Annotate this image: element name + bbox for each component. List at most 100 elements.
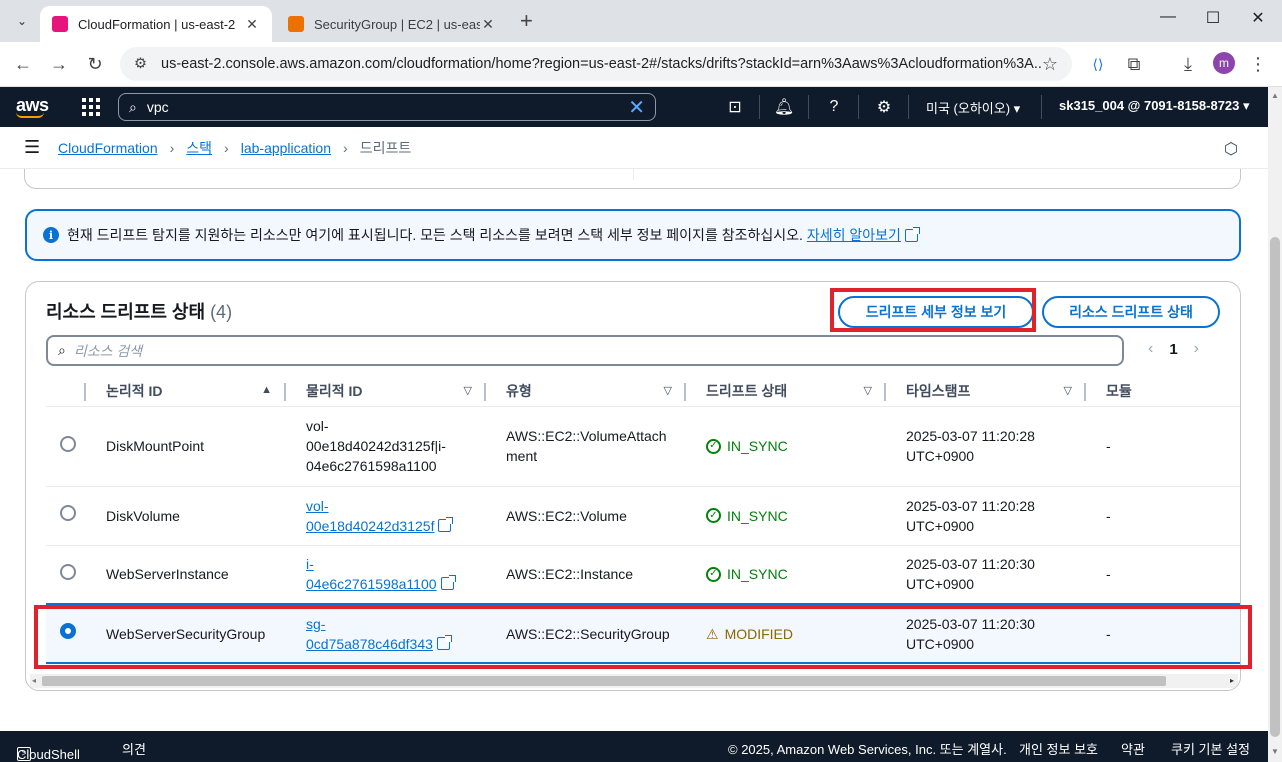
breadcrumb-cloudformation[interactable]: CloudFormation [58,140,158,156]
row-radio[interactable] [60,435,76,452]
new-tab-icon[interactable]: + [520,8,533,34]
privacy-link[interactable]: 개인 정보 보호 [1019,739,1098,758]
module: - [1086,485,1240,545]
menu-hamburger-icon[interactable]: ☰ [24,137,40,158]
col-physical-id[interactable]: 물리적 ID ▽ [286,376,486,406]
sort-icon: ▽ [463,385,472,397]
terms-link[interactable]: 약관 [1121,739,1145,758]
close-tab-icon[interactable]: ✕ [480,16,496,33]
settings-gear-icon[interactable]: ⚙ [872,95,896,119]
external-link-icon [904,226,920,242]
chevron-right-icon: › [169,139,175,156]
logical-id: DiskVolume [86,485,286,545]
bookmark-star-icon[interactable]: ☆ [1042,54,1058,75]
back-icon[interactable]: ← [11,52,35,76]
page-number[interactable]: 1 [1169,341,1177,358]
row-radio[interactable] [60,563,76,580]
table-row[interactable]: DiskMountPoint vol- 00e18d40242d3125f|i- 04… [46,405,1240,486]
breadcrumb-lab-application[interactable]: lab-application [241,140,331,156]
pagination: ‹ 1 › [1148,340,1199,358]
col-timestamp[interactable]: 타임스탬프 ▽ [886,376,1086,406]
next-page-icon[interactable]: › [1194,340,1199,358]
prev-page-icon[interactable]: ‹ [1148,340,1153,358]
aws-logo[interactable]: aws [16,95,49,118]
info-text: 현재 드리프트 탐지를 지원하는 리소스만 여기에 표시됩니다. 모든 스택 리… [67,227,803,243]
forward-icon[interactable]: → [47,52,71,76]
chevron-right-icon: › [343,139,348,156]
drift-status: ✓ IN_SYNC [706,436,886,456]
copyright-text: © 2025, Amazon Web Services, Inc. 또는 계열사… [728,742,1007,757]
module: - [1086,544,1240,604]
tab-securitygroup[interactable]: SecurityGroup | EC2 | us-east-2 ✕ [276,6,508,42]
breadcrumb-current: 드리프트 [359,139,412,156]
sort-icon: ▽ [1063,385,1072,397]
drift-status: ✓ IN_SYNC [706,564,886,584]
search-icon: ⌕ [58,342,66,358]
highlight-box [830,288,1036,332]
timestamp: 2025-03-07 11:20:28 UTC+0900 [886,405,1086,486]
cookie-preferences-link[interactable]: 쿠키 기본 설정 [1171,739,1250,758]
physical-id[interactable]: i- 04e6c2761598a1100 [286,544,486,604]
table-row[interactable]: DiskVolume vol- 00e18d40242d3125f AWS::EC2:… [46,485,1240,545]
extensions-puzzle-icon[interactable]: ⧉ [1122,52,1146,76]
physical-id[interactable]: vol- 00e18d40242d3125f [286,485,486,545]
tab-title: CloudFormation | us-east-2 [78,16,236,32]
breadcrumb: ☰ CloudFormation › 스택 › lab-application … [0,127,1268,169]
col-logical-id[interactable]: 논리적 ID ▲ [86,376,286,406]
col-drift-status[interactable]: 드리프트 상태 ▽ [686,376,886,406]
clear-search-icon[interactable]: ✕ [628,95,645,120]
resource-search-input[interactable]: ⌕ 리소스 검색 [46,335,1124,366]
profile-avatar[interactable]: m [1213,52,1235,74]
address-bar[interactable]: ⚙ us-east-2.console.aws.amazon.com/cloud… [120,47,1072,81]
services-grid-icon[interactable] [82,98,100,116]
browser-toolbar: ← → ↻ ⚙ us-east-2.console.aws.amazon.com… [0,42,1282,87]
check-circle-icon: ✓ [706,508,721,523]
col-type[interactable]: 유형 ▽ [486,376,686,406]
resource-count: (4) [210,302,233,322]
highlight-box-selected-row [34,605,1252,669]
resource-type: AWS::EC2::Volume [486,485,686,545]
close-tab-icon[interactable]: ✕ [244,16,260,33]
drift-status: ✓ IN_SYNC [706,506,886,526]
maximize-icon[interactable]: ☐ [1201,8,1225,28]
horizontal-scrollbar[interactable]: ◂ ▸ [30,674,1238,688]
sort-icon: ▽ [863,385,872,397]
timestamp: 2025-03-07 11:20:28 UTC+0900 [886,485,1086,545]
reload-icon[interactable]: ↻ [83,52,107,76]
help-icon[interactable]: ? [822,95,846,119]
tab-title: SecurityGroup | EC2 | us-east-2 [314,16,480,32]
sort-icon: ▽ [663,385,672,397]
search-query: vpc [146,99,169,115]
page-settings-icon[interactable]: ⬡ [1224,139,1238,159]
browser-menu-icon[interactable]: ⋮ [1246,52,1270,76]
notifications-bell-icon[interactable]: 🔔︎ [772,95,796,119]
learn-more-link[interactable]: 자세히 알아보기 [807,225,901,245]
vertical-scrollbar[interactable]: ▲ ▼ [1268,87,1282,762]
extension-icon[interactable]: ⟨⟩ [1086,52,1110,76]
aws-top-nav: aws ⌕ vpc ✕ ⊡ 🔔︎ ? ⚙ 미국 (오하이오) ▾ sk315_0… [0,87,1268,127]
previous-card [24,169,1241,189]
physical-id: vol- 00e18d40242d3125f|i- 04e6c2761598a110… [286,405,486,486]
tab-cloudformation[interactable]: CloudFormation | us-east-2 ✕ [40,6,272,42]
minimize-icon[interactable]: — [1156,8,1180,26]
aws-search-input[interactable]: ⌕ vpc ✕ [118,93,656,121]
region-selector[interactable]: 미국 (오하이오) ▾ [926,98,1020,117]
cloudformation-favicon-icon [52,16,68,32]
col-module[interactable]: 모듈 [1086,376,1240,406]
resource-drift-status-button[interactable]: 리소스 드리프트 상태 [1042,296,1220,328]
search-placeholder: 리소스 검색 [73,342,143,359]
site-info-icon[interactable]: ⚙ [134,56,147,72]
breadcrumb-stacks[interactable]: 스택 [186,138,212,158]
download-icon[interactable]: ⤓ [1176,52,1200,76]
account-menu[interactable]: sk315_004 @ 7091-8158-8723 ▾ [1059,98,1250,114]
browser-tab-bar: ⌄ CloudFormation | us-east-2 ✕ SecurityG… [0,0,1282,42]
logical-id: WebServerInstance [86,544,286,604]
feedback-link[interactable]: 의견 [122,739,146,758]
chevron-right-icon: › [224,139,229,156]
table-row[interactable]: WebServerInstance i- 04e6c2761598a1100 AWS:… [46,544,1240,604]
row-radio[interactable] [60,505,76,521]
window-close-icon[interactable]: ✕ [1246,8,1270,28]
external-link-icon [440,575,456,591]
tab-search-icon[interactable]: ⌄ [10,9,34,33]
cloudshell-icon[interactable]: ⊡ [723,95,747,119]
